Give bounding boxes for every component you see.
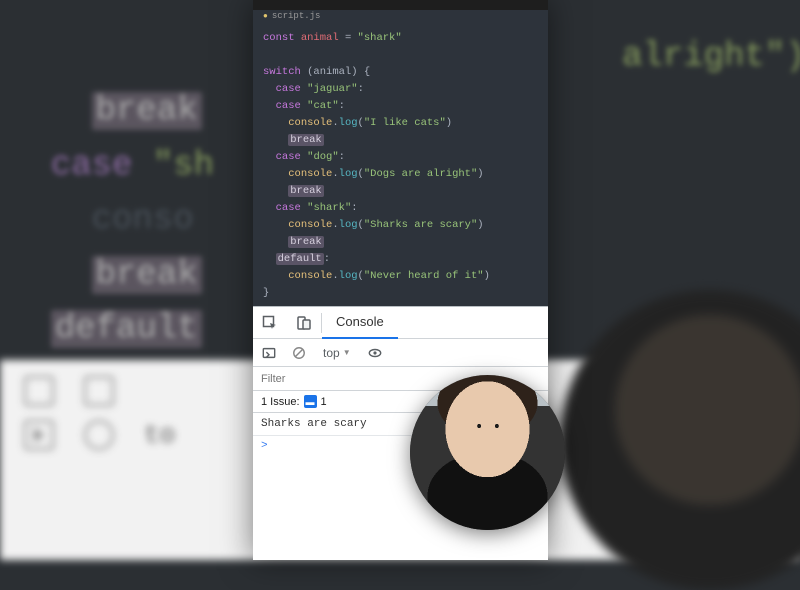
console-toolbar: top ▼ bbox=[253, 339, 548, 367]
window-titlebar bbox=[253, 0, 548, 10]
toggle-device-button[interactable] bbox=[287, 307, 321, 339]
device-icon bbox=[84, 376, 114, 406]
code-editor[interactable]: const animal = "shark" switch (animal) {… bbox=[253, 24, 548, 306]
log-message: Sharks are scary bbox=[261, 418, 367, 430]
issues-badge-icon: ▬ bbox=[304, 395, 317, 408]
console-sidebar-toggle[interactable] bbox=[257, 341, 281, 365]
inspect-icon bbox=[24, 376, 54, 406]
live-expression-button[interactable] bbox=[363, 341, 387, 365]
context-label: top bbox=[323, 346, 340, 360]
file-name: script.js bbox=[272, 11, 321, 21]
webcam-overlay bbox=[410, 375, 565, 530]
clear-console-button[interactable] bbox=[287, 341, 311, 365]
execution-context-selector[interactable]: top ▼ bbox=[317, 344, 357, 362]
clear-icon bbox=[84, 420, 114, 450]
context-label-bg: to bbox=[144, 420, 175, 450]
file-tab[interactable]: script.js bbox=[253, 10, 548, 24]
console-tab[interactable]: Console bbox=[322, 307, 398, 339]
chevron-down-icon: ▼ bbox=[343, 348, 351, 357]
devtools-tabbar: Console bbox=[253, 307, 548, 339]
issues-count: 1 bbox=[321, 396, 327, 408]
inspect-element-button[interactable] bbox=[253, 307, 287, 339]
play-icon bbox=[24, 420, 54, 450]
issues-label: 1 Issue: bbox=[261, 396, 300, 408]
